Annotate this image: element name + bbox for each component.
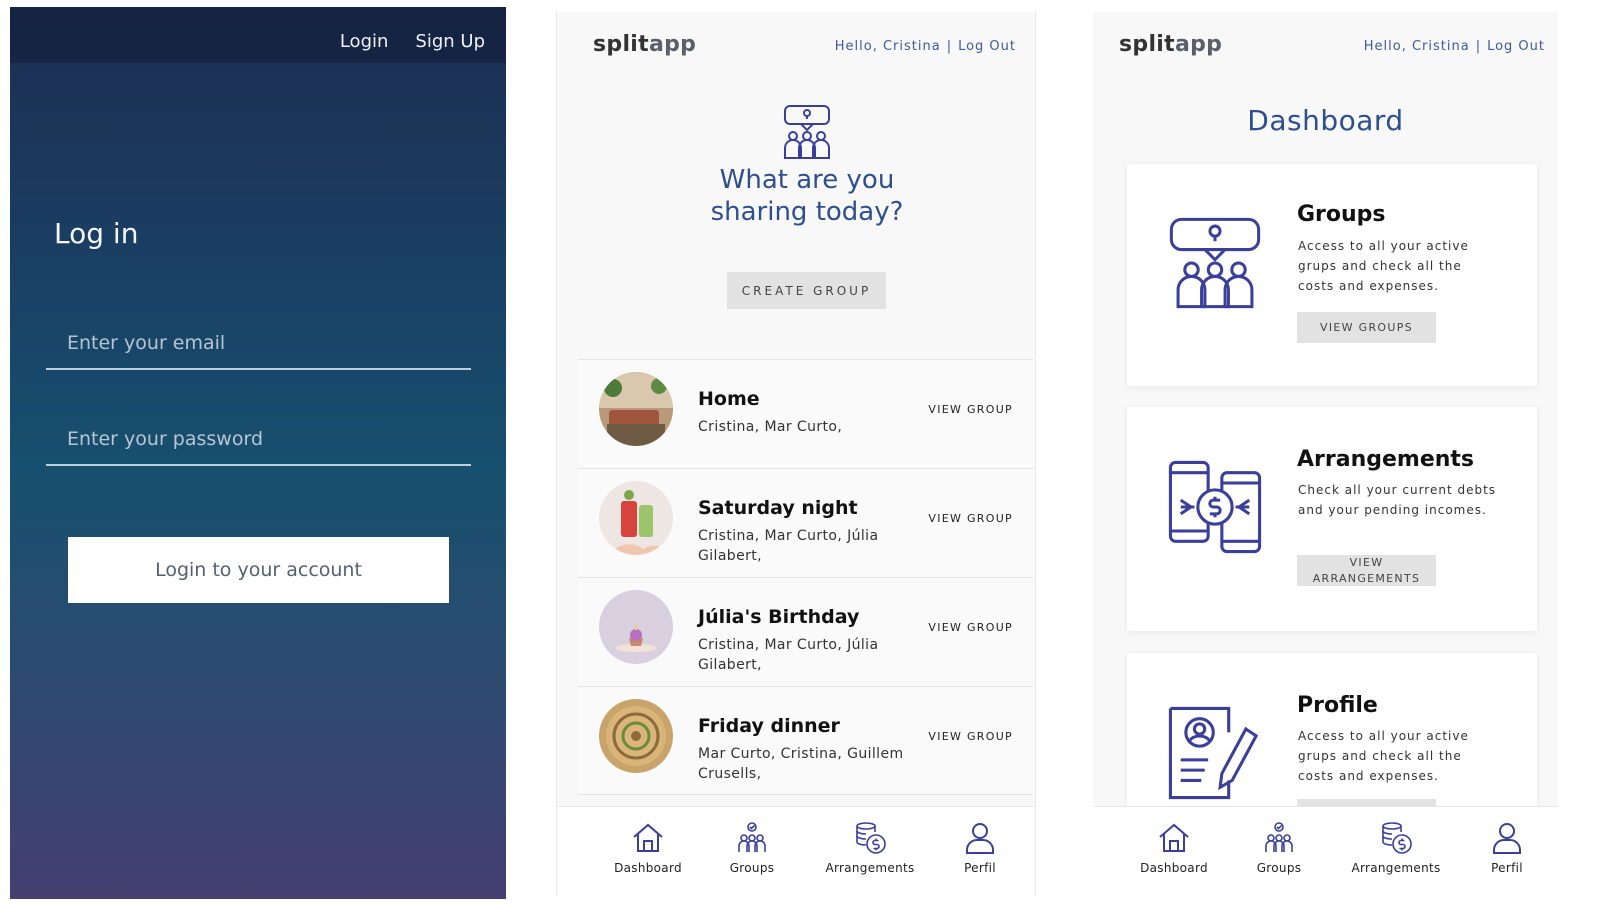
group-members: Mar Curto, Cristina, Guillem Crusells, [698,746,904,782]
greeting-text: Hello, Cristina [834,39,941,54]
nav-label: Groups [1256,861,1302,875]
login-screen: Login Sign Up Log in Login to your accou… [10,7,506,899]
nav-label: Perfil [1491,861,1523,875]
home-icon [633,823,663,852]
group-members: Cristina, Mar Curto, Júlia Gilabert, [698,528,879,564]
nav-perfil[interactable]: Perfil [1487,821,1527,875]
brand-logo: splitapp [593,32,696,57]
nav-label: Arrangements [825,861,915,875]
groups-icon [1265,822,1293,852]
view-group-button[interactable]: VIEW GROUP [928,512,1013,525]
group-name: Home [698,388,760,410]
login-title: Log in [54,217,139,250]
hero-title: What are you sharing today? [710,165,904,227]
login-nav: Login Sign Up [340,31,485,52]
nav-groups[interactable]: Groups [727,821,777,875]
nav-perfil[interactable]: Perfil [960,821,1000,875]
view-arrangements-button[interactable]: VIEW ARRANGEMENTS [1297,555,1436,586]
create-group-button[interactable]: CREATE GROUP [727,272,886,309]
group-name: Friday dinner [698,715,840,737]
nav-label: Arrangements [1351,861,1441,875]
group-discussion-icon [1169,217,1261,309]
group-avatar [599,699,673,773]
group-members: Cristina, Mar Curto, [698,419,843,435]
dashboard-title: Dashboard [1247,104,1404,137]
brand-split: split [1119,32,1175,57]
login-link[interactable]: Login [340,31,389,52]
view-group-button[interactable]: VIEW GROUP [928,403,1013,416]
nav-label: Dashboard [614,861,682,875]
group-avatar [599,481,673,555]
logout-link[interactable]: Log Out [958,39,1016,54]
card-description: Access to all your active grups and chec… [1298,239,1469,293]
group-members: Cristina, Mar Curto, Júlia Gilabert, [698,637,879,673]
coins-icon [856,822,886,854]
card-title: Profile [1297,693,1378,718]
greeting-separator: | [1475,39,1482,54]
greeting-separator: | [946,39,953,54]
group-row[interactable]: Friday dinner Mar Curto, Cristina, Guill… [578,686,1033,795]
view-groups-button[interactable]: VIEW GROUPS [1297,312,1436,343]
groups-card: Groups Access to all your active grups a… [1127,164,1537,386]
coins-icon [1382,822,1412,854]
view-group-button[interactable]: VIEW GROUP [928,730,1013,743]
logout-link[interactable]: Log Out [1487,39,1545,54]
group-name: Júlia's Birthday [698,606,860,628]
signup-link[interactable]: Sign Up [415,31,485,52]
card-description: Check all your current debts and your pe… [1298,483,1497,517]
group-row[interactable]: Júlia's Birthday Cristina, Mar Curto, Jú… [578,577,1033,686]
money-transfer-icon [1168,460,1262,554]
nav-arrangements[interactable]: Arrangements [1349,821,1443,875]
brand-app: app [648,32,697,57]
login-submit-button[interactable]: Login to your account [68,537,449,603]
brand-app: app [1174,32,1223,57]
bottom-nav: Dashboard Groups Arrangements Perfil [1093,806,1558,896]
nav-label: Perfil [964,861,996,875]
nav-dashboard[interactable]: Dashboard [1139,821,1209,875]
group-avatar [599,590,673,664]
password-field[interactable] [46,414,471,466]
card-description: Access to all your active grups and chec… [1298,729,1469,783]
brand-split: split [593,32,649,57]
nav-groups[interactable]: Groups [1254,821,1304,875]
card-title: Arrangements [1297,447,1475,472]
dashboard-screen: splitapp Hello, Cristina | Log Out Dashboa… [1093,12,1558,896]
card-title: Groups [1297,202,1386,227]
user-greeting-bar: Hello, Cristina | Log Out [1364,39,1545,54]
nav-dashboard[interactable]: Dashboard [613,821,683,875]
greeting-text: Hello, Cristina [1363,39,1470,54]
nav-label: Groups [729,861,775,875]
group-discussion-icon [784,105,830,159]
profile-edit-icon [1168,706,1259,800]
home-icon [1159,823,1189,852]
group-row[interactable]: Home Cristina, Mar Curto, VIEW GROUP [578,359,1033,468]
groups-icon [738,822,766,852]
view-group-button[interactable]: VIEW GROUP [928,621,1013,634]
user-greeting-bar: Hello, Cristina | Log Out [835,39,1016,54]
group-avatar [599,372,673,446]
group-list: Home Cristina, Mar Curto, VIEW GROUP Sat… [578,359,1033,795]
group-name: Saturday night [698,497,858,519]
nav-label: Dashboard [1140,861,1208,875]
nav-arrangements[interactable]: Arrangements [823,821,917,875]
arrangements-card: Arrangements Check all your current debt… [1127,407,1537,631]
user-icon [966,823,994,854]
groups-screen: splitapp Hello, Cristina | Log Out What ar… [556,12,1036,896]
brand-logo: splitapp [1119,32,1222,57]
email-field[interactable] [46,318,471,370]
bottom-nav: Dashboard Groups Arrangements Perfil [557,806,1035,896]
group-row[interactable]: Saturday night Cristina, Mar Curto, Júli… [578,468,1033,577]
user-icon [1493,823,1521,854]
